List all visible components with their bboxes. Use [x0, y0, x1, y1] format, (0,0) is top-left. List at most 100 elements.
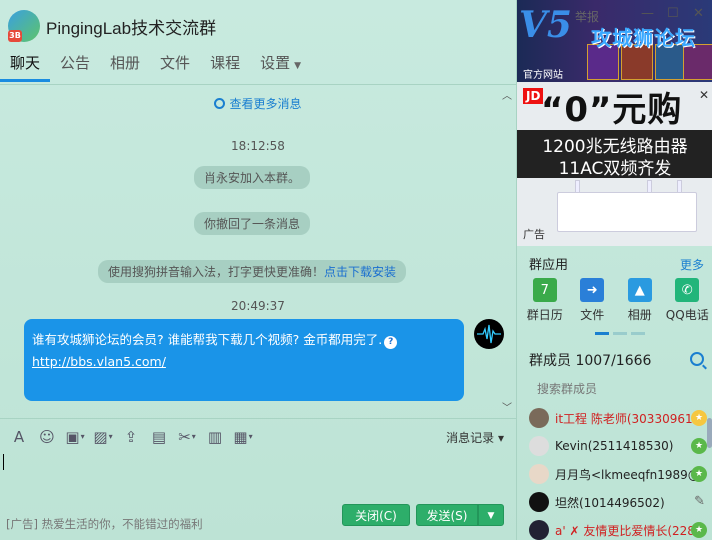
footer-ad[interactable]: [广告] 热爱生活的你，不能错过的福利 [6, 516, 203, 532]
ad-line2: 11AC双频齐发 [558, 159, 672, 179]
question-icon: ? [384, 336, 398, 349]
search-icon[interactable] [690, 352, 704, 366]
send-button[interactable]: 发送(S) [416, 504, 478, 526]
system-message: 你撤回了一条消息 [194, 212, 311, 235]
tab-notice[interactable]: 公告 [50, 50, 100, 84]
app-album[interactable]: ▲ 相册 [616, 278, 664, 323]
tab-album[interactable]: 相册 [100, 50, 150, 84]
scissors-icon[interactable]: ✂ [174, 424, 200, 450]
app-files[interactable]: ➜ 文件 [569, 278, 617, 323]
tab-files[interactable]: 文件 [150, 50, 200, 84]
box-icon[interactable]: ▤ [146, 424, 172, 450]
banner-label: 官方网站 [523, 70, 563, 81]
scroll-down-icon[interactable]: ﹀ [502, 399, 512, 414]
members-title: 群成员 1007/1666 [529, 353, 652, 369]
message-link[interactable]: http://bbs.vlan5.com/ [32, 354, 166, 369]
page-dot[interactable] [595, 332, 609, 335]
member-row[interactable]: Kevin(2511418530) ★ [517, 432, 712, 460]
title-bar: 3B PingingLab技术交流群 [0, 0, 516, 46]
member-row[interactable]: a' ✗ 友情更比爱情长(2289876543) ★ [517, 516, 712, 540]
member-row[interactable]: 坦然(1014496502) ✎ [517, 488, 712, 516]
folder-icon: ➜ [580, 278, 605, 302]
member-row[interactable]: 月月鸟<lkmeeqfn1989@qq.com> ★ [517, 460, 712, 488]
text-cursor [3, 454, 4, 470]
phone-icon: ✆ [675, 278, 700, 302]
view-more-messages-link[interactable]: 查看更多消息 [0, 95, 516, 112]
app-label: 群日历 [526, 308, 563, 322]
album-icon: ▲ [627, 278, 652, 302]
upload-icon[interactable]: ⇪ [118, 424, 144, 450]
member-list-scrollbar[interactable] [707, 418, 712, 448]
page-dot[interactable] [613, 332, 627, 335]
owner-icon: ★ [691, 410, 707, 426]
send-options-icon[interactable]: ▼ [478, 504, 504, 526]
edit-icon[interactable]: ✎ [694, 494, 705, 509]
report-button[interactable]: 举报 [575, 8, 599, 25]
timestamp: 20:49:37 [231, 299, 285, 313]
apps-list: 7 群日历 ➜ 文件 ▲ 相册 ✆ QQ电话 [521, 278, 711, 323]
apps-title: 群应用 [529, 258, 569, 273]
calendar-icon: 7 [532, 278, 557, 302]
ad-close-icon[interactable]: ✕ [699, 88, 709, 102]
chevron-down-icon: ▼ [294, 61, 302, 71]
app-calendar[interactable]: 7 群日历 [521, 278, 569, 323]
tab-courses[interactable]: 课程 [200, 50, 250, 84]
tab-settings[interactable]: 设置 ▼ [250, 50, 311, 84]
app-label: 文件 [580, 308, 605, 322]
maximize-icon[interactable]: ☐ [667, 6, 679, 21]
admin-icon: ★ [691, 522, 707, 538]
avatar [529, 520, 549, 540]
app-qq-call[interactable]: ✆ QQ电话 [664, 278, 712, 323]
logo-badge: 3B [8, 30, 22, 42]
font-icon[interactable]: A [6, 424, 32, 450]
member-list: it工程 陈老师(3033096123) ★ Kevin(2511418530)… [517, 404, 712, 540]
page-dots [595, 332, 645, 335]
close-button[interactable]: 关闭(C) [342, 504, 410, 526]
qq-group-window: 3B PingingLab技术交流群 聊天 公告 相册 文件 课程 设置 ▼ ︿ … [0, 0, 712, 540]
group-logo-icon: 3B [8, 10, 40, 42]
ad-text: 使用搜狗拼音输入法，打字更快更准确！ [108, 265, 325, 279]
avatar [529, 408, 549, 428]
page-dot[interactable] [631, 332, 645, 335]
download-link[interactable]: 点击下载安装 [324, 265, 396, 279]
admin-icon: ★ [691, 438, 707, 454]
image-icon[interactable]: ▨ [90, 424, 116, 450]
avatar [529, 464, 549, 484]
router-image [557, 192, 697, 232]
more-icon[interactable]: ▦ [230, 424, 256, 450]
system-message: 肖永安加入本群。 [194, 166, 311, 189]
tab-chat[interactable]: 聊天 [0, 50, 51, 82]
app-label: QQ电话 [665, 308, 709, 322]
message-text: 谁有攻城狮论坛的会员? 谁能帮我下载几个视频? 金币都用完了. [32, 332, 383, 347]
message-input[interactable] [0, 454, 516, 500]
ad-headline: “0”元购 [541, 90, 683, 130]
record-label: 消息记录 [446, 431, 495, 445]
apps-more-link[interactable]: 更多 [680, 256, 704, 273]
timestamp: 18:12:58 [231, 139, 285, 153]
member-row[interactable]: it工程 陈老师(3033096123) ★ [517, 404, 712, 432]
avatar[interactable] [474, 319, 504, 349]
banner-logo: V5 [519, 4, 572, 46]
minimize-icon[interactable]: — [641, 6, 654, 21]
admin-icon: ★ [691, 466, 707, 482]
member-name: a' ✗ 友情更比爱情长(2289876543) [555, 523, 695, 538]
banner[interactable]: V5 攻城狮论坛 官方网站 举报 — ☐ ✕ [517, 0, 712, 82]
group-name: PingingLab技术交流群 [46, 19, 217, 38]
emoji-icon[interactable]: ☺ [34, 424, 60, 450]
member-search-input[interactable]: 搜索群成员 [537, 380, 597, 397]
avatar [529, 436, 549, 456]
close-icon[interactable]: ✕ [693, 6, 704, 21]
message-history-button[interactable]: 消息记录 ▾ [446, 429, 504, 446]
footer-bar: [广告] 热爱生活的你，不能错过的福利 关闭(C) 发送(S) ▼ [0, 500, 516, 540]
doc-icon[interactable]: ▥ [202, 424, 228, 450]
ad-banner[interactable]: JD “0”元购 1200兆无线路由器 11AC双频齐发 广告 ✕ [517, 82, 712, 246]
member-name: 坦然(1014496502) [555, 495, 665, 510]
right-panel: V5 攻城狮论坛 官方网站 举报 — ☐ ✕ JD “0”元购 1200兆无线路… [516, 0, 712, 540]
chat-area[interactable]: ︿ 查看更多消息 18:12:58 肖永安加入本群。 你撤回了一条消息 使用搜狗… [0, 84, 516, 416]
avatar [529, 492, 549, 512]
clock-icon [214, 98, 226, 109]
gift-icon[interactable]: ▣ [62, 424, 88, 450]
message-bubble: 谁有攻城狮论坛的会员? 谁能帮我下载几个视频? 金币都用完了.? http://… [24, 319, 464, 401]
member-name: it工程 陈老师(3033096123) [555, 411, 695, 426]
tab-bar: 聊天 公告 相册 文件 课程 设置 ▼ [0, 50, 516, 84]
